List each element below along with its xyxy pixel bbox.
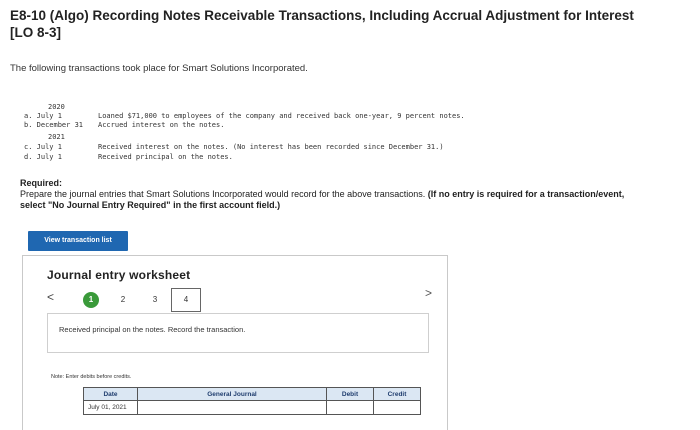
date-header: Date <box>83 387 138 401</box>
page-title: E8-10 (Algo) Recording Notes Receivable … <box>10 8 634 40</box>
transaction-description-box: Received principal on the notes. Record … <box>47 313 429 353</box>
debit-credit-note: Note: Enter debits before credits. <box>51 374 132 380</box>
step-2[interactable]: 2 <box>115 292 131 308</box>
step-3[interactable]: 3 <box>147 292 163 308</box>
transaction-b-text: Accrued interest on the notes. <box>98 121 225 129</box>
next-arrow-icon[interactable]: > <box>425 286 432 300</box>
step-1[interactable]: 1 <box>83 292 99 308</box>
year-2021: 2021 <box>48 133 65 141</box>
transaction-b-label: b. December 31 <box>24 121 84 129</box>
date-cell: July 01, 2021 <box>83 400 138 415</box>
transaction-d-text: Received principal on the notes. <box>98 153 233 161</box>
debit-field[interactable] <box>326 400 374 415</box>
journal-entry-worksheet: Journal entry worksheet < 1 2 3 4 > Rece… <box>22 255 448 430</box>
required-instruction: Prepare the journal entries that Smart S… <box>20 189 428 199</box>
prev-arrow-icon[interactable]: < <box>47 290 54 304</box>
credit-field[interactable] <box>373 400 421 415</box>
year-2020: 2020 <box>48 103 65 111</box>
step-4[interactable]: 4 <box>171 288 201 312</box>
general-journal-header: General Journal <box>137 387 327 401</box>
journal-header-row: Date General Journal Debit Credit <box>83 387 421 401</box>
worksheet-title: Journal entry worksheet <box>47 268 191 282</box>
table-row: July 01, 2021 <box>83 400 421 415</box>
transaction-d-label: d. July 1 <box>24 153 62 161</box>
transaction-description: Received principal on the notes. Record … <box>59 325 246 334</box>
transaction-c-text: Received interest on the notes. (No inte… <box>98 143 444 151</box>
transaction-a-label: a. July 1 <box>24 112 62 120</box>
transaction-c-label: c. July 1 <box>24 143 62 151</box>
required-label: Required: <box>20 178 63 188</box>
intro-text: The following transactions took place fo… <box>10 63 308 74</box>
journal-table: Date General Journal Debit Credit July 0… <box>83 387 421 415</box>
required-text: Prepare the journal entries that Smart S… <box>20 189 640 211</box>
transaction-a-text: Loaned $71,000 to employees of the compa… <box>98 112 465 120</box>
view-transaction-list-button[interactable]: View transaction list <box>28 231 128 251</box>
debit-header: Debit <box>326 387 374 401</box>
credit-header: Credit <box>373 387 421 401</box>
account-field[interactable] <box>137 400 327 415</box>
